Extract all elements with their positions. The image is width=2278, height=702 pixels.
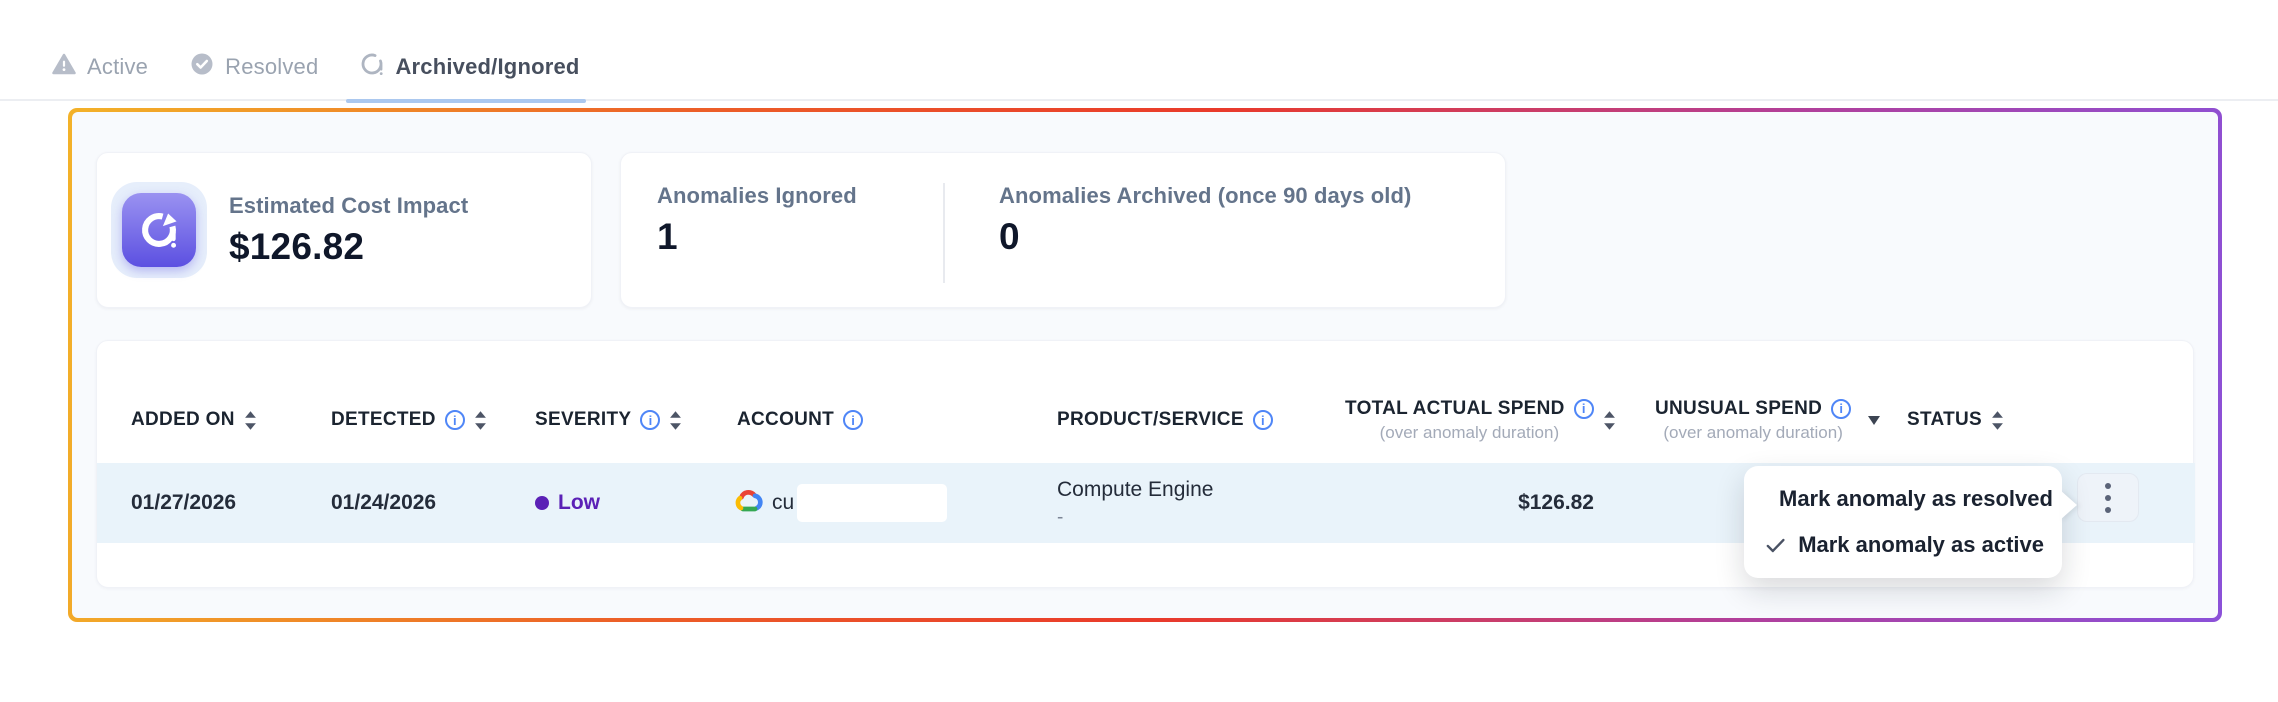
tab-archived-ignored-label: Archived/Ignored: [395, 54, 579, 80]
anomaly-status-tabs: Active Resolved Archived/Ignored: [50, 42, 582, 103]
detected-label: DETECTED: [331, 409, 436, 431]
info-icon[interactable]: [1831, 399, 1851, 419]
menu-item-mark-active[interactable]: Mark anomaly as active: [1744, 522, 2062, 568]
sort-descending-icon[interactable]: [1867, 415, 1881, 425]
sort-icon[interactable]: [474, 411, 487, 430]
column-header-unusual-spend: UNUSUAL SPEND (over anomaly duration): [1655, 385, 1881, 455]
added-on-label: ADDED ON: [131, 409, 235, 431]
column-header-account: ACCOUNT: [737, 385, 863, 455]
row-actions-menu: Mark anomaly as resolved Mark anomaly as…: [1744, 466, 2062, 578]
row-added-on: 01/27/2026: [131, 491, 236, 515]
total-actual-spend-sublabel: (over anomaly duration): [1380, 423, 1560, 443]
anomalies-page: Active Resolved Archived/Ignored: [0, 0, 2278, 702]
tab-resolved[interactable]: Resolved: [188, 42, 320, 103]
column-header-detected: DETECTED: [331, 385, 487, 455]
status-label: STATUS: [1907, 409, 1982, 431]
product-service-label: PRODUCT/SERVICE: [1057, 409, 1244, 431]
menu-item-mark-resolved[interactable]: Mark anomaly as resolved: [1744, 476, 2062, 522]
anomalies-archived-label: Anomalies Archived (once 90 days old): [999, 183, 1411, 209]
cost-impact-label: Estimated Cost Impact: [229, 193, 468, 219]
menu-item-label: Mark anomaly as resolved: [1779, 486, 2053, 512]
column-header-severity: SEVERITY: [535, 385, 682, 455]
archived-alert-icon: [360, 52, 384, 81]
row-severity: Low: [558, 491, 600, 515]
anomalies-archived-value: 0: [999, 216, 1411, 258]
sort-icon[interactable]: [669, 411, 682, 430]
anomalies-ignored-value: 1: [657, 216, 857, 258]
row-actions-button[interactable]: [2077, 473, 2139, 522]
row-product-service-sub: -: [1057, 507, 1213, 529]
warning-triangle-icon: [52, 53, 76, 80]
unusual-spend-label: UNUSUAL SPEND: [1655, 398, 1822, 420]
check-icon: [1766, 537, 1785, 554]
column-header-status: STATUS: [1907, 385, 2004, 455]
sort-icon[interactable]: [1603, 411, 1616, 430]
redacted-account-box: [797, 484, 947, 522]
info-icon[interactable]: [640, 410, 660, 430]
tab-active-label: Active: [87, 54, 148, 80]
unusual-spend-sublabel: (over anomaly duration): [1663, 423, 1843, 443]
sort-icon[interactable]: [1991, 411, 2004, 430]
anomalies-ignored-label: Anomalies Ignored: [657, 183, 857, 209]
counts-divider: [943, 183, 945, 283]
severity-label: SEVERITY: [535, 409, 631, 431]
info-icon[interactable]: [1253, 410, 1273, 430]
row-product-service: Compute Engine: [1057, 478, 1213, 502]
tab-archived-ignored[interactable]: Archived/Ignored: [358, 42, 581, 103]
info-icon[interactable]: [445, 410, 465, 430]
tab-active[interactable]: Active: [50, 42, 150, 103]
column-header-total-actual-spend: TOTAL ACTUAL SPEND (over anomaly duratio…: [1345, 385, 1616, 455]
severity-dot-icon: [535, 496, 549, 510]
row-account-name: cu: [772, 491, 794, 515]
column-header-product-service: PRODUCT/SERVICE: [1057, 385, 1273, 455]
info-icon[interactable]: [1574, 399, 1594, 419]
sort-icon[interactable]: [244, 411, 257, 430]
row-detected: 01/24/2026: [331, 491, 436, 515]
google-cloud-icon: [733, 488, 763, 519]
cost-impact-value: $126.82: [229, 226, 468, 268]
kebab-menu-icon: [2105, 483, 2111, 513]
menu-pointer: [2060, 490, 2077, 520]
check-circle-icon: [190, 52, 214, 81]
menu-item-label: Mark anomaly as active: [1798, 532, 2044, 558]
row-total-actual-spend: $126.82: [1518, 491, 1594, 515]
account-label: ACCOUNT: [737, 409, 834, 431]
estimated-cost-impact-card: Estimated Cost Impact $126.82: [96, 152, 592, 308]
cost-impact-pie-alert-icon: [122, 193, 196, 267]
cost-impact-icon-halo: [111, 182, 207, 278]
anomaly-counts-card: Anomalies Ignored 1 Anomalies Archived (…: [620, 152, 1506, 308]
tab-resolved-label: Resolved: [225, 54, 318, 80]
column-header-added-on: ADDED ON: [131, 385, 257, 455]
total-actual-spend-label: TOTAL ACTUAL SPEND: [1345, 398, 1565, 420]
info-icon[interactable]: [843, 410, 863, 430]
